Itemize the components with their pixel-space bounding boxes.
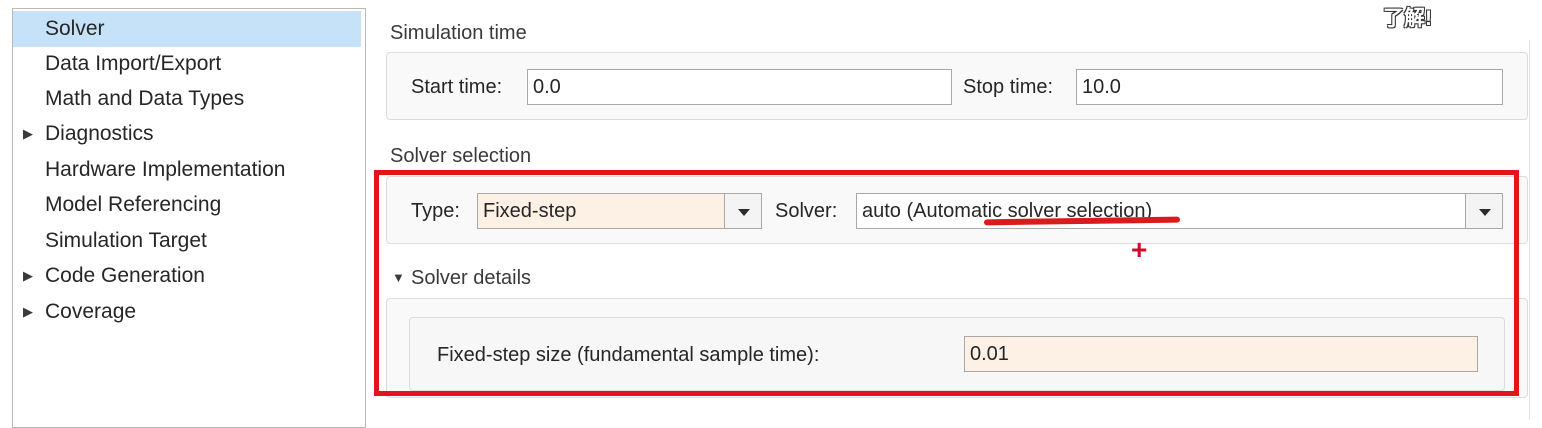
tree-item-label: Simulation Target — [45, 229, 207, 252]
expand-arrow-icon[interactable]: ▶ — [23, 294, 33, 330]
tree-item-label: Solver — [45, 17, 105, 40]
tree-item-label: Diagnostics — [45, 122, 154, 145]
tree-item-coverage[interactable]: ▶ Coverage — [13, 294, 361, 330]
stop-time-input[interactable]: 10.0 — [1076, 69, 1503, 105]
settings-category-tree: Solver Data Import/Export Math and Data … — [12, 8, 366, 428]
overlay-caption: 了解! — [1383, 7, 1432, 30]
tree-item-label: Model Referencing — [45, 193, 222, 216]
tree-item-diagnostics[interactable]: ▶ Diagnostics — [13, 116, 361, 152]
tree-item-label: Code Generation — [45, 264, 205, 287]
simulation-time-heading: Simulation time — [390, 22, 527, 44]
expand-arrow-icon[interactable]: ▶ — [23, 258, 33, 294]
tree-item-code-generation[interactable]: ▶ Code Generation — [13, 258, 361, 294]
expand-arrow-icon[interactable]: ▶ — [23, 116, 33, 152]
tree-item-hardware-implementation[interactable]: Hardware Implementation — [13, 152, 361, 188]
tree-item-label: Coverage — [45, 300, 137, 323]
annotation-highlight-box — [374, 170, 1519, 396]
solver-selection-heading: Solver selection — [390, 145, 532, 167]
stop-time-label: Stop time: — [963, 76, 1054, 98]
pane-divider — [1529, 40, 1530, 420]
start-time-input[interactable]: 0.0 — [527, 69, 952, 105]
tree-item-data-import-export[interactable]: Data Import/Export — [13, 46, 361, 82]
tree-item-math-and-data-types[interactable]: Math and Data Types — [13, 81, 361, 117]
tree-item-label: Math and Data Types — [45, 87, 245, 110]
simulation-time-group: Start time: 0.0 Stop time: 10.0 — [386, 52, 1528, 120]
tree-item-solver[interactable]: Solver — [13, 11, 361, 47]
tree-item-label: Data Import/Export — [45, 52, 222, 75]
tree-item-label: Hardware Implementation — [45, 158, 286, 181]
tree-item-model-referencing[interactable]: Model Referencing — [13, 187, 361, 223]
tree-item-simulation-target[interactable]: Simulation Target — [13, 223, 361, 259]
annotation-plus-mark: + — [1131, 234, 1148, 265]
start-time-label: Start time: — [411, 76, 503, 98]
